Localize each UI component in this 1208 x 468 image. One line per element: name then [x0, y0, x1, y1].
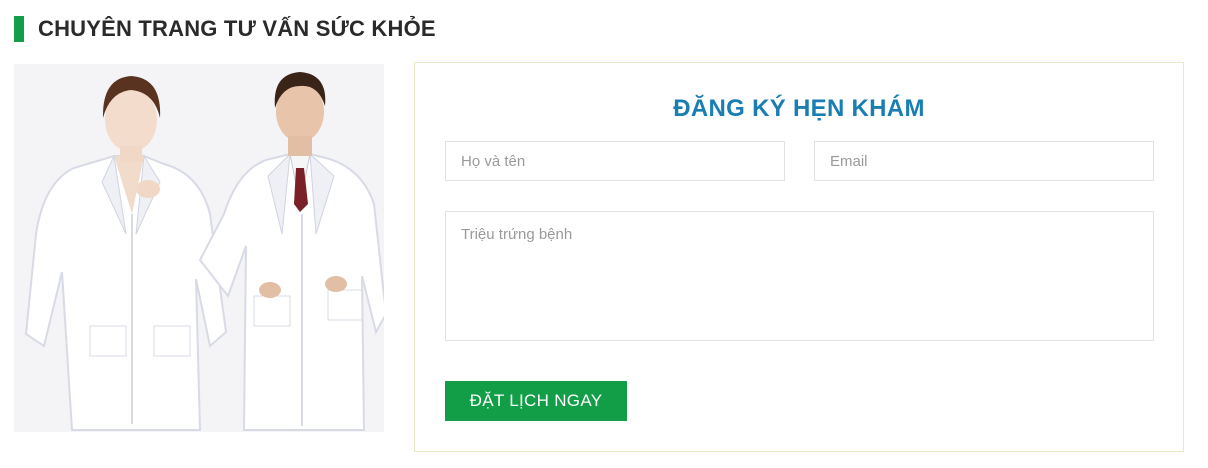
- section-title: CHUYÊN TRANG TƯ VẤN SỨC KHỎE: [38, 16, 436, 41]
- appointment-form: ĐĂNG KÝ HẸN KHÁM ĐẶT LỊCH NGAY: [414, 62, 1184, 452]
- section-header: CHUYÊN TRANG TƯ VẤN SỨC KHỎE: [14, 16, 436, 42]
- doctors-photo: [14, 64, 384, 432]
- form-title: ĐĂNG KÝ HẸN KHÁM: [673, 95, 925, 122]
- email-input[interactable]: [814, 141, 1154, 181]
- book-appointment-button[interactable]: ĐẶT LỊCH NGAY: [445, 381, 627, 421]
- name-input[interactable]: [445, 141, 785, 181]
- section-accent-bar: [14, 16, 24, 42]
- symptom-textarea[interactable]: [445, 211, 1154, 341]
